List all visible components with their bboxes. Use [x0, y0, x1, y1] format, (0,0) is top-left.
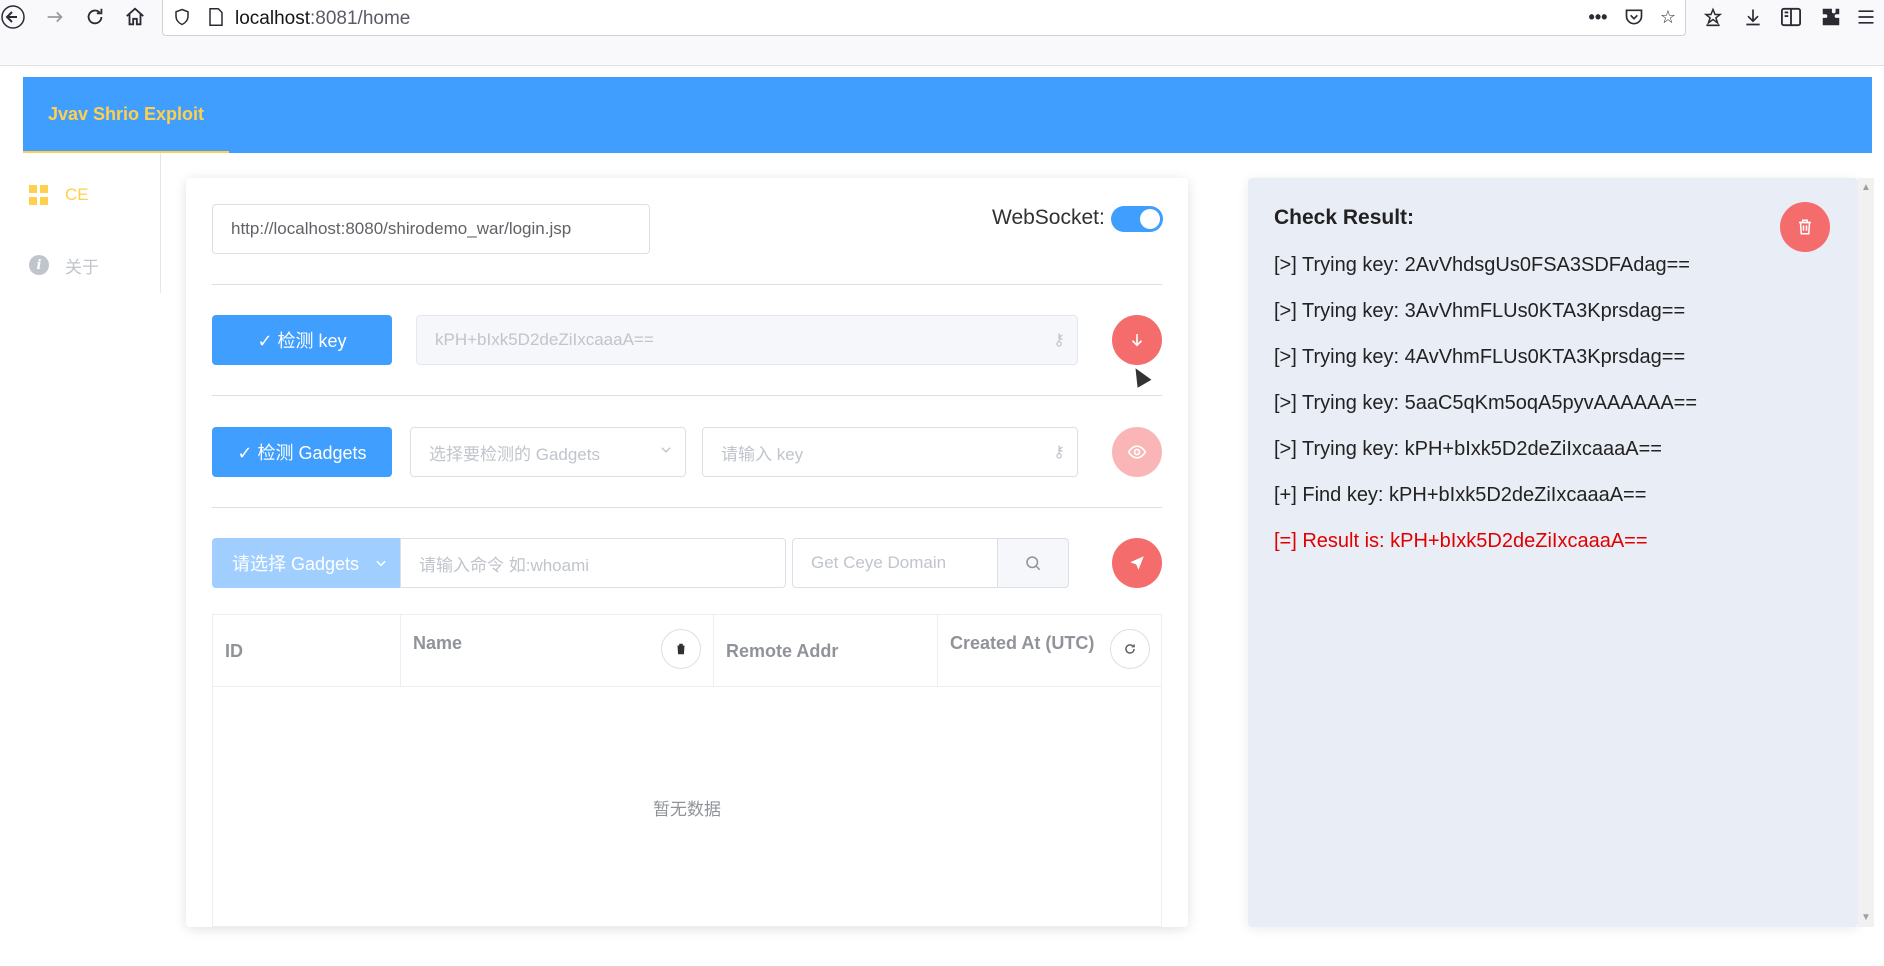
column-header-id: ID	[213, 615, 401, 687]
refresh-button[interactable]	[1110, 629, 1150, 669]
ceye-search-button[interactable]	[997, 538, 1069, 588]
menu-item-about[interactable]: i 关于	[23, 237, 161, 293]
check-key-button[interactable]: ✓ 检测 key	[212, 315, 392, 365]
result-title: Check Result:	[1274, 206, 1415, 229]
command-input[interactable]: 请输入命令 如:whoami	[400, 538, 786, 588]
target-url-value: http://localhost:8080/shirodemo_war/logi…	[231, 219, 572, 238]
column-label: Created At (UTC)	[950, 633, 1095, 653]
key-input[interactable]: 请输入 key ⚷	[702, 427, 1078, 477]
app-header: Jvav Shrio Exploit	[23, 77, 1872, 153]
menu-icon[interactable]	[1856, 2, 1884, 32]
result-line: [=] Result is: kPH+bIxk5D2deZiIxcaaaA==	[1274, 530, 1648, 552]
gadgets-select[interactable]: 选择要检测的 Gadgets	[410, 427, 686, 477]
scroll-down-icon[interactable]: ▼	[1858, 912, 1874, 923]
send-button[interactable]	[1112, 538, 1162, 588]
chevron-down-icon	[376, 560, 386, 567]
library-icon[interactable]	[1696, 2, 1730, 32]
menu-item-label: CE	[65, 185, 89, 204]
trash-icon	[1799, 219, 1811, 235]
column-label: Name	[413, 633, 463, 653]
view-button[interactable]	[1112, 427, 1162, 477]
home-icon[interactable]	[118, 0, 152, 34]
app-title[interactable]: Jvav Shrio Exploit	[23, 77, 229, 153]
key-icon: ⚷	[1053, 444, 1065, 461]
scrollbar[interactable]: ▲ ▼	[1858, 178, 1874, 927]
search-icon	[1026, 556, 1041, 571]
back-icon[interactable]	[0, 0, 30, 34]
divider	[212, 284, 1162, 285]
websocket-switch[interactable]	[1111, 206, 1163, 232]
table-header: ID Name Remote Addr Created At (UTC)	[213, 615, 1161, 687]
trash-icon	[676, 643, 686, 655]
ceye-domain-input[interactable]: Get Ceye Domain	[792, 538, 998, 588]
grid-icon	[29, 185, 49, 205]
found-key-value: kPH+bIxk5D2deZiIxcaaaA==	[435, 330, 654, 349]
more-icon[interactable]: •••	[1585, 4, 1611, 30]
arrow-down-icon	[1131, 334, 1143, 347]
gadgets-select-placeholder: 选择要检测的 Gadgets	[429, 444, 600, 464]
menu-item-ce[interactable]: CE	[23, 167, 161, 223]
exploit-card: http://localhost:8080/shirodemo_war/logi…	[186, 178, 1188, 927]
column-header-name: Name	[401, 615, 714, 687]
empty-text: 暂无数据	[653, 800, 721, 819]
result-panel: Check Result: [>] Trying key: 2AvVhdsgUs…	[1248, 178, 1858, 927]
url-text[interactable]: localhost:8081/home	[235, 8, 410, 30]
clear-result-button[interactable]	[1780, 202, 1830, 252]
found-key-input[interactable]: kPH+bIxk5D2deZiIxcaaaA== ⚷	[416, 315, 1078, 365]
browser-toolbar: localhost:8081/home ••• ☆	[0, 0, 1884, 66]
download-icon[interactable]	[1736, 2, 1770, 32]
eye-icon	[1127, 445, 1147, 459]
result-line: [>] Trying key: 4AvVhmFLUs0KTA3Kprsdag==	[1274, 346, 1686, 368]
pocket-icon[interactable]	[1621, 4, 1647, 30]
bookmark-star-icon[interactable]: ☆	[1655, 4, 1681, 30]
chevron-down-icon	[659, 443, 673, 462]
download-button[interactable]	[1112, 315, 1162, 365]
result-lines: [>] Trying key: 2AvVhdsgUs0FSA3SDFAdag==…	[1274, 252, 1834, 574]
result-line: [>] Trying key: 3AvVhmFLUs0KTA3Kprsdag==	[1274, 300, 1686, 322]
column-header-remote-addr: Remote Addr	[714, 615, 938, 687]
refresh-icon	[1125, 644, 1135, 654]
result-line: [>] Trying key: 5aaC5qKm5oqA5pyvAAAAAA==	[1274, 392, 1698, 414]
check-gadgets-button[interactable]: ✓ 检测 Gadgets	[212, 427, 392, 477]
results-table: ID Name Remote Addr Created At (UTC) 暂无数…	[212, 614, 1162, 927]
reload-icon[interactable]	[78, 0, 112, 34]
key-input-placeholder: 请输入 key	[721, 444, 804, 464]
target-url-input[interactable]: http://localhost:8080/shirodemo_war/logi…	[212, 204, 650, 254]
key-icon: ⚷	[1053, 332, 1065, 349]
send-icon	[1130, 556, 1144, 570]
command-placeholder: 请输入命令 如:whoami	[419, 555, 590, 575]
forward-icon[interactable]	[38, 0, 72, 34]
result-line: [>] Trying key: kPH+bIxk5D2deZiIxcaaaA==	[1274, 438, 1662, 460]
sidebar-icon[interactable]	[1774, 2, 1808, 32]
shield-icon[interactable]	[169, 4, 195, 30]
exec-gadget-select[interactable]: 请选择 Gadgets	[212, 538, 400, 588]
result-line: [+] Find key: kPH+bIxk5D2deZiIxcaaaA==	[1274, 484, 1647, 506]
divider	[212, 507, 1162, 508]
column-label: Remote Addr	[726, 641, 839, 661]
page-icon	[203, 4, 229, 30]
side-menu: CE i 关于	[23, 153, 161, 293]
websocket-label: WebSocket:	[992, 206, 1105, 229]
ceye-placeholder: Get Ceye Domain	[811, 553, 947, 572]
menu-item-label: 关于	[65, 257, 99, 277]
clear-table-button[interactable]	[661, 629, 701, 669]
scroll-up-icon[interactable]: ▲	[1858, 182, 1874, 193]
column-header-created-at: Created At (UTC)	[938, 615, 1161, 687]
column-label: ID	[225, 641, 243, 661]
extensions-icon[interactable]	[1814, 2, 1848, 32]
result-line: [>] Trying key: 2AvVhdsgUs0FSA3SDFAdag==	[1274, 254, 1690, 276]
info-icon: i	[29, 255, 49, 275]
url-bar[interactable]: localhost:8081/home ••• ☆	[162, 0, 1686, 36]
exec-gadget-label: 请选择 Gadgets	[232, 554, 360, 574]
divider	[212, 395, 1162, 396]
